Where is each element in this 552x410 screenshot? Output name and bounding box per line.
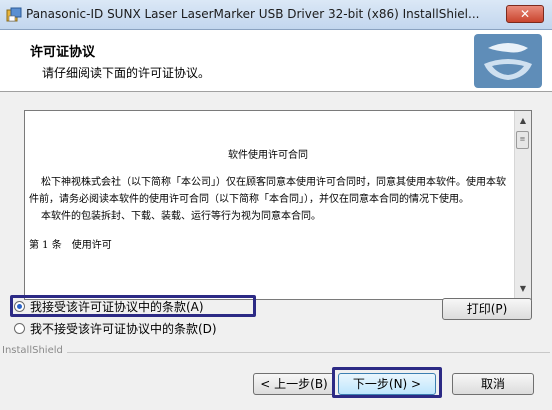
page-subtitle: 请仔细阅读下面的许可证协议。: [42, 66, 211, 80]
radio-unselected-icon[interactable]: [14, 322, 25, 334]
license-paragraph: 本软件的包装拆封、下载、装载、运行等行为视为同意本合同。: [41, 211, 321, 222]
radio-selected-icon[interactable]: [14, 300, 25, 312]
installer-icon: [6, 7, 22, 22]
license-paragraph: 松下神视株式会社（以下简称「本公司」）仅在顾客同意本使用许可合同时，同意其使用本…: [29, 177, 506, 205]
installshield-brand: InstallShield: [2, 345, 67, 356]
decline-radio[interactable]: 我不接受该许可证协议中的条款(D): [14, 319, 217, 337]
scroll-up-icon[interactable]: ▲: [515, 113, 531, 129]
scroll-down-icon[interactable]: ▼: [515, 281, 531, 297]
decline-label[interactable]: 我不接受该许可证协议中的条款(D): [30, 320, 217, 337]
cancel-button[interactable]: 取消: [452, 373, 534, 395]
page-title: 许可证协议: [30, 45, 96, 60]
back-button[interactable]: < 上一步(B): [253, 373, 335, 395]
installshield-logo-icon: [474, 34, 542, 88]
scroll-thumb[interactable]: ≡: [516, 131, 529, 149]
accept-label[interactable]: 我接受该许可证协议中的条款(A): [30, 298, 204, 315]
divider: [2, 352, 550, 353]
license-scrollbar[interactable]: ▲ ≡ ▼: [514, 111, 531, 299]
print-button[interactable]: 打印(P): [442, 298, 532, 320]
title-bar: Panasonic-ID SUNX Laser LaserMarker USB …: [0, 0, 552, 30]
license-text-box[interactable]: 软件使用许可合同 松下神视株式会社（以下简称「本公司」）仅在顾客同意本使用许可合…: [24, 110, 532, 300]
close-button[interactable]: ✕: [506, 5, 544, 23]
license-article: 第 1 条 使用许可: [29, 240, 112, 251]
accept-radio[interactable]: 我接受该许可证协议中的条款(A): [14, 297, 204, 315]
license-content: 软件使用许可合同 松下神视株式会社（以下简称「本公司」）仅在顾客同意本使用许可合…: [29, 147, 507, 254]
dialog-header: 许可证协议 请仔细阅读下面的许可证协议。: [0, 30, 552, 92]
license-heading: 软件使用许可合同: [228, 150, 308, 161]
window-title: Panasonic-ID SUNX Laser LaserMarker USB …: [26, 7, 480, 21]
next-button[interactable]: 下一步(N) >: [338, 373, 436, 395]
